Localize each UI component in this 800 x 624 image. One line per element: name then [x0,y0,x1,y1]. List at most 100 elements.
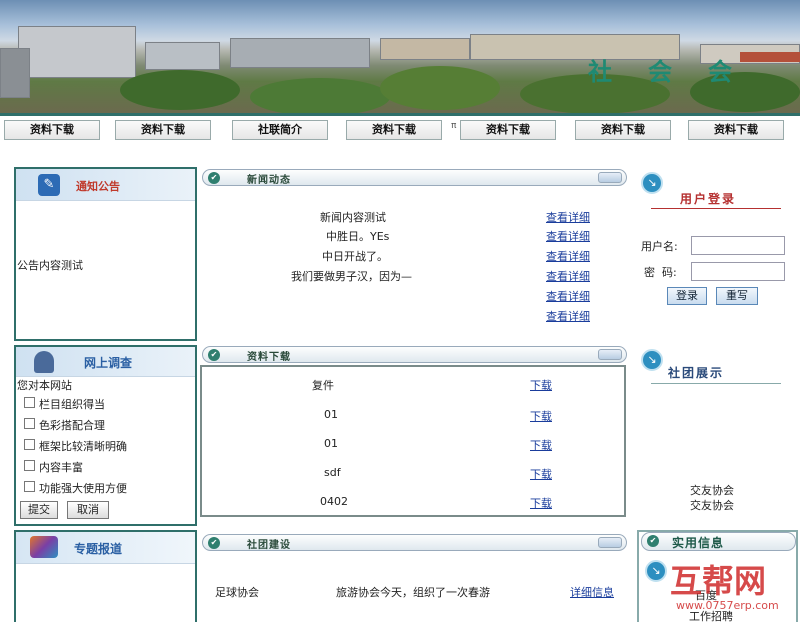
watermark-text: 互帮网 [670,562,767,600]
check-icon: ✔ [208,349,220,361]
survey-panel: 网上调查 您对本网站 栏目组织得当 色彩搭配合理 框架比较清晰明确 内容丰富 功… [14,345,197,526]
showcase-item[interactable]: 交友协会 [690,497,734,513]
news-item-text: 我们要做男子汉，因为— [291,270,412,283]
survey-checkbox[interactable] [24,481,35,492]
collapse-toggle[interactable] [598,537,622,548]
download-link[interactable]: 下载 [530,466,552,482]
nav-item[interactable]: 资料下载 [460,120,556,140]
survey-checkbox[interactable] [24,418,35,429]
download-name: 复件 [312,379,334,392]
download-link[interactable]: 下载 [530,377,552,393]
special-report-title: 专题报道 [74,542,123,556]
club-detail-link[interactable]: 详细信息 [570,584,614,600]
club-header: ✔ 社团建设 [202,534,627,551]
showcase-divider [651,383,781,384]
special-report-header: 专题报道 [16,532,195,564]
news-item-text: 中日开战了。 [322,250,388,263]
download-name: 0402 [320,495,348,508]
survey-option-label: 栏目组织得当 [39,398,105,411]
nav-item[interactable]: 资料下载 [4,120,100,140]
news-item-text: 中胜日。YEs [326,230,390,243]
download-link[interactable]: 下载 [530,408,552,424]
building-image [18,26,136,78]
news-detail-link[interactable]: 查看详细 [546,248,590,264]
tree-image [120,70,240,110]
collapse-toggle[interactable] [598,172,622,183]
nav-item[interactable]: 资料下载 [688,120,784,140]
download-name: 01 [324,408,338,421]
camera-icon [30,536,58,558]
nav-item[interactable]: 资料下载 [575,120,671,140]
megaphone-icon: ✎ [38,174,60,196]
survey-question: 您对本网站 [17,379,72,392]
check-icon: ✔ [647,535,659,547]
showcase-item[interactable]: 交友协会 [690,482,734,498]
notice-panel: ✎ 通知公告 公告内容测试 [14,167,197,341]
building-image [230,38,370,68]
news-detail-link[interactable]: 查看详细 [546,228,590,244]
header-banner: 社 会 会 [0,0,800,116]
useful-info-header: ✔ 实用信息 [641,532,796,551]
download-name: sdf [324,466,341,479]
downloads-title: 资料下载 [247,352,291,363]
banner-seal-char: 社 [588,57,612,86]
nav-item[interactable]: 资料下载 [115,120,211,140]
notice-content: 公告内容测试 [17,259,83,272]
building-image [380,38,470,60]
downloads-header: ✔ 资料下载 [202,346,627,363]
watermark-url: www.0757erp.com [676,599,779,612]
login-button[interactable]: 登录 [667,287,707,305]
notice-title: 通知公告 [76,180,120,193]
survey-title: 网上调查 [84,356,133,370]
special-report-panel: 专题报道 [14,530,197,622]
arrow-circle-icon: ↘ [641,172,663,194]
news-header: ✔ 新闻动态 [202,169,627,186]
survey-option-label: 内容丰富 [39,461,83,474]
reset-button[interactable]: 重写 [716,287,758,305]
login-divider [651,208,781,209]
survey-checkbox[interactable] [24,397,35,408]
survey-option-label: 框架比较清晰明确 [39,440,127,453]
news-detail-link[interactable]: 查看详细 [546,288,590,304]
username-input[interactable] [691,236,785,255]
person-icon [34,351,54,373]
showcase-title: 社团展示 [668,366,725,380]
download-name: 01 [324,437,338,450]
survey-submit-button[interactable]: 提交 [20,501,58,519]
check-icon: ✔ [208,172,220,184]
roof-image [740,52,800,62]
building-image [0,48,30,98]
tree-image [250,78,390,113]
survey-cancel-button[interactable]: 取消 [67,501,109,519]
survey-checkbox[interactable] [24,439,35,450]
building-image [145,42,220,70]
username-label: 用户名: [641,240,678,253]
club-title: 社团建设 [247,540,291,551]
password-label: 密 码: [644,266,677,279]
collapse-toggle[interactable] [598,349,622,360]
nav-item[interactable]: 资料下载 [346,120,442,140]
club-name: 足球协会 [215,586,259,599]
download-link[interactable]: 下载 [530,495,552,511]
news-detail-link[interactable]: 查看详细 [546,308,590,324]
useful-info-title: 实用信息 [672,536,725,550]
download-link[interactable]: 下载 [530,437,552,453]
downloads-table: 复件 下载 01 下载 01 下载 sdf 下载 0402 下载 [200,365,626,517]
survey-option-label: 功能强大使用方便 [39,482,127,495]
survey-checkbox[interactable] [24,460,35,471]
nav-separator: π [451,121,457,131]
banner-seal-char: 会 [708,57,732,86]
check-icon: ✔ [208,537,220,549]
login-title: 用户登录 [680,192,737,206]
tree-image [690,72,800,112]
notice-header: ✎ 通知公告 [16,169,195,201]
nav-item[interactable]: 社联简介 [232,120,328,140]
tree-image [380,66,500,110]
club-description: 旅游协会今天，组织了一次春游 [336,586,490,599]
news-detail-link[interactable]: 查看详细 [546,209,590,225]
survey-header: 网上调查 [16,347,195,377]
password-input[interactable] [691,262,785,281]
news-detail-link[interactable]: 查看详细 [546,268,590,284]
survey-option-label: 色彩搭配合理 [39,419,105,432]
banner-seal-char: 会 [648,57,672,86]
